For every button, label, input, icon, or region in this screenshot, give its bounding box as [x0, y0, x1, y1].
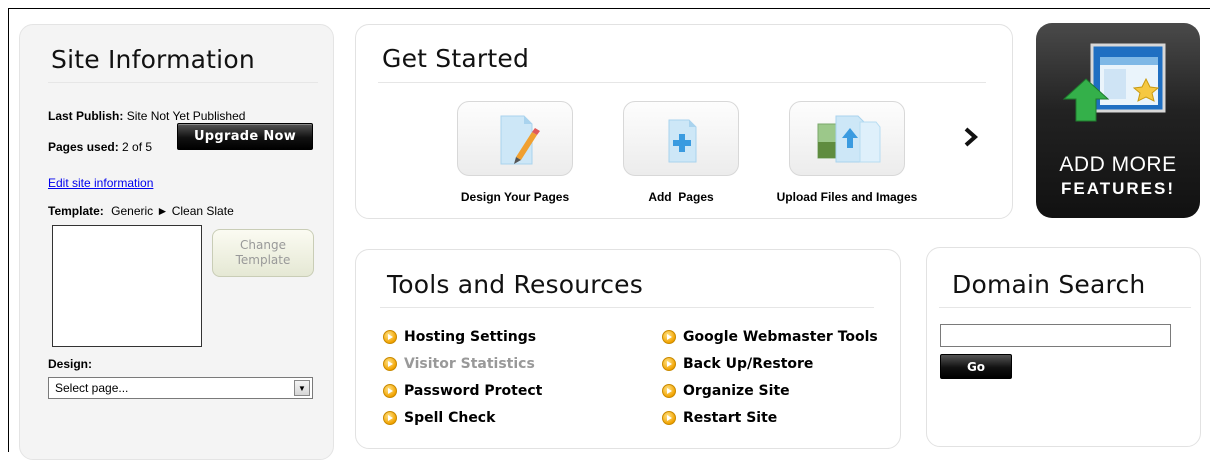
- site-information-title: Site Information: [51, 45, 255, 74]
- tools-resources-panel: Tools and Resources Hosting Settings Vis…: [355, 249, 901, 449]
- change-template-button[interactable]: Change Template: [212, 229, 314, 277]
- visitor-statistics-link[interactable]: Visitor Statistics: [383, 356, 535, 372]
- get-started-title: Get Started: [382, 44, 530, 73]
- google-webmaster-tools-link[interactable]: Google Webmaster Tools: [662, 329, 878, 345]
- frame-border-top: [8, 8, 1210, 9]
- template-thumbnail: [52, 225, 202, 347]
- password-protect-link[interactable]: Password Protect: [383, 383, 542, 399]
- pages-used-value: 2 of 5: [122, 140, 153, 154]
- arrow-bullet-icon: [383, 330, 397, 344]
- hosting-settings-link[interactable]: Hosting Settings: [383, 329, 536, 345]
- arrow-bullet-icon: [383, 384, 397, 398]
- change-template-line2: Template: [235, 253, 291, 267]
- add-pages-label[interactable]: Add Pages: [611, 190, 751, 204]
- add-more-features-banner[interactable]: ADD MORE FEATURES!: [1036, 23, 1200, 218]
- password-protect-label: Password Protect: [404, 383, 543, 399]
- design-label: Design:: [48, 357, 93, 371]
- arrow-bullet-icon: [383, 357, 397, 371]
- add-more-line2: FEATURES!: [1060, 179, 1175, 198]
- chevron-right-icon[interactable]: [964, 127, 979, 153]
- domain-search-title: Domain Search: [952, 270, 1146, 299]
- arrow-bullet-icon: [662, 330, 676, 344]
- go-button[interactable]: Go: [940, 354, 1012, 379]
- design-select-value: Select page...: [55, 381, 129, 395]
- template-value: Generic ► Clean Slate: [111, 204, 234, 218]
- add-pages-tile[interactable]: [623, 101, 739, 176]
- title-divider: [939, 307, 1191, 308]
- arrow-bullet-icon: [662, 384, 676, 398]
- upload-files-tile[interactable]: [789, 101, 905, 176]
- domain-search-panel: Domain Search Go: [926, 247, 1201, 447]
- domain-search-input[interactable]: [940, 324, 1171, 347]
- template-label: Template:: [48, 204, 104, 218]
- arrow-bullet-icon: [662, 357, 676, 371]
- change-template-line1: Change: [240, 238, 286, 252]
- upload-files-icon: [817, 115, 881, 163]
- last-publish-row: Last Publish: Site Not Yet Published: [48, 109, 245, 123]
- google-webmaster-tools-label: Google Webmaster Tools: [683, 329, 878, 345]
- upgrade-now-button[interactable]: Upgrade Now: [177, 123, 313, 150]
- spell-check-link[interactable]: Spell Check: [383, 410, 495, 426]
- restart-site-label: Restart Site: [683, 410, 778, 426]
- pages-used-label: Pages used:: [48, 140, 119, 154]
- last-publish-label: Last Publish:: [48, 109, 124, 123]
- visitor-statistics-label: Visitor Statistics: [404, 356, 535, 372]
- back-up-restore-label: Back Up/Restore: [683, 356, 814, 372]
- pages-used-row: Pages used: 2 of 5: [48, 140, 152, 154]
- design-your-pages-label[interactable]: Design Your Pages: [436, 190, 594, 204]
- edit-site-information-link[interactable]: Edit site information: [48, 176, 153, 190]
- last-publish-value: Site Not Yet Published: [126, 109, 246, 123]
- tools-resources-title: Tools and Resources: [387, 270, 643, 299]
- title-divider: [380, 307, 874, 308]
- design-your-pages-tile[interactable]: [457, 101, 573, 176]
- design-pages-icon: [500, 115, 540, 165]
- restart-site-link[interactable]: Restart Site: [662, 410, 777, 426]
- add-features-icon: [1062, 43, 1166, 122]
- get-started-panel: Get Started Design Your Pages Add Pages …: [355, 24, 1013, 219]
- spell-check-label: Spell Check: [404, 410, 496, 426]
- organize-site-label: Organize Site: [683, 383, 790, 399]
- page-frame: Site Information Last Publish: Site Not …: [0, 0, 1210, 460]
- arrow-bullet-icon: [383, 411, 397, 425]
- organize-site-link[interactable]: Organize Site: [662, 383, 790, 399]
- hosting-settings-label: Hosting Settings: [404, 329, 537, 345]
- template-row: Template: Generic ► Clean Slate: [48, 204, 234, 218]
- dropdown-arrow-icon[interactable]: ▼: [294, 380, 310, 396]
- upload-files-label[interactable]: Upload Files and Images: [759, 190, 935, 204]
- add-more-line1: ADD MORE: [1059, 153, 1177, 176]
- site-information-panel: Site Information Last Publish: Site Not …: [19, 24, 334, 460]
- design-page-select[interactable]: Select page... ▼: [48, 377, 313, 399]
- add-page-icon: [668, 119, 697, 163]
- design-row: Design:: [48, 357, 92, 371]
- title-divider: [48, 82, 318, 83]
- back-up-restore-link[interactable]: Back Up/Restore: [662, 356, 813, 372]
- frame-border-left: [8, 8, 9, 452]
- title-divider: [378, 82, 986, 83]
- arrow-bullet-icon: [662, 411, 676, 425]
